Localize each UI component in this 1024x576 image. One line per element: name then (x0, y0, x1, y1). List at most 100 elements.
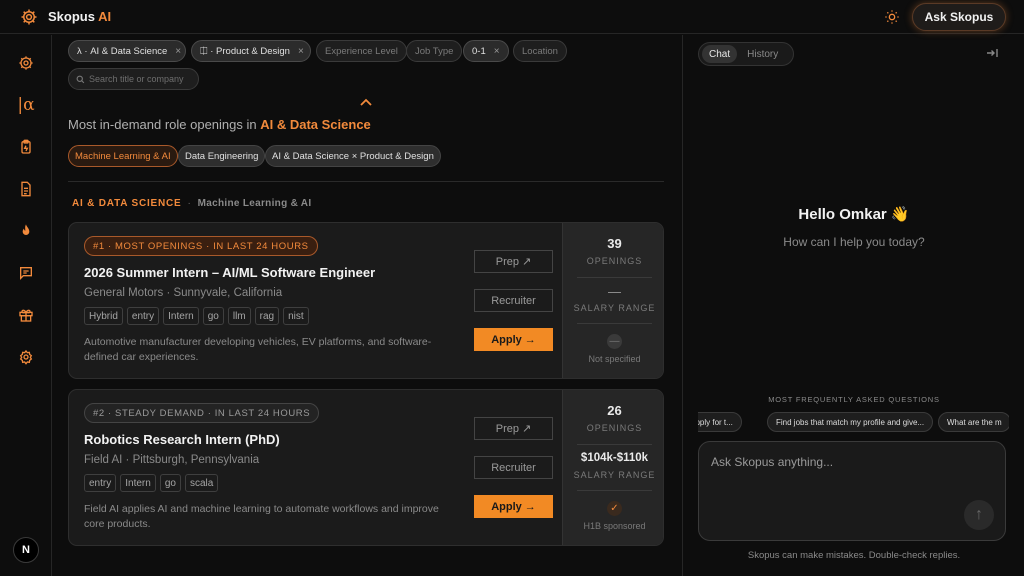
chat-input-box[interactable]: ↑ (698, 441, 1006, 541)
sidebar: |α N (0, 35, 52, 576)
stat-divider (577, 323, 652, 324)
disclaimer: Skopus can make mistakes. Double-check r… (747, 550, 961, 561)
faq-label: MOST FREQUENTLY ASKED QUESTIONS (768, 395, 940, 404)
sun-icon[interactable] (884, 9, 900, 25)
role-pill-machine-learning[interactable]: Machine Learning & AI (68, 145, 178, 167)
sidebar-item-tracker[interactable] (15, 136, 37, 158)
tab-history[interactable]: History (740, 45, 785, 63)
job-tags: entry Intern go scala (84, 474, 222, 492)
chat-icon (20, 267, 32, 280)
recruiter-button[interactable]: Recruiter (474, 289, 553, 312)
filter-chip-experience-level[interactable]: Experience Level (316, 40, 407, 62)
checkmark-icon: ✓ (607, 501, 622, 516)
salary-value: $104k-$110k (580, 452, 649, 464)
sponsor-dash-icon: — (607, 334, 622, 349)
apply-button[interactable]: Apply → (474, 328, 553, 351)
job-company: General Motors · Sunnyvale, California (84, 287, 283, 299)
sponsor-status: H1B sponsored (583, 521, 646, 531)
faq-chip[interactable]: Find jobs that match my profile and give… (767, 412, 934, 432)
stat-divider (577, 277, 652, 278)
job-tag: entry (126, 307, 160, 325)
prep-button[interactable]: Prep ↗ (474, 417, 553, 440)
divider (68, 181, 664, 182)
main-content: λ · AI & Data Science × ⎅ · Product & Des… (53, 35, 681, 576)
brand-gear-icon (21, 9, 37, 24)
tab-chat[interactable]: Chat (702, 45, 738, 63)
openings-count: 26 (607, 403, 622, 418)
brand-name: Skopus AI (48, 9, 112, 24)
faq-chip[interactable]: What are the m (938, 412, 1009, 432)
job-tag: Intern (120, 474, 156, 492)
job-tag: entry (84, 474, 117, 492)
section-label: AI & DATA SCIENCE · Machine Learning & AI (72, 198, 312, 209)
job-tag: llm (227, 307, 251, 325)
rank-badge: #1 · MOST OPENINGS · IN LAST 24 HOURS (84, 236, 318, 256)
avatar[interactable]: N (13, 537, 39, 563)
job-tag: rag (254, 307, 280, 325)
filter-chip-0-1[interactable]: 0-1 × (463, 40, 509, 62)
flame-icon (22, 224, 30, 235)
job-tag: Intern (163, 307, 199, 325)
recruiter-button[interactable]: Recruiter (474, 456, 553, 479)
faq-carousel: apply for t... Find jobs that match my p… (698, 411, 1009, 435)
role-pill-data-engineering[interactable]: Data Engineering (178, 145, 266, 167)
salary-label: SALARY RANGE (573, 303, 656, 313)
job-card[interactable]: #2 · STEADY DEMAND · IN LAST 24 HOURS Ro… (68, 389, 664, 546)
prep-button[interactable]: Prep ↗ (474, 250, 553, 273)
collapse-panel-icon[interactable] (986, 48, 998, 58)
filter-chip-location[interactable]: Location (513, 40, 567, 62)
apply-button[interactable]: Apply → (474, 495, 553, 518)
ask-skopus-button[interactable]: Ask Skopus (912, 3, 1006, 31)
remove-chip-icon[interactable]: × (494, 46, 500, 57)
faq-chip[interactable]: apply for t... (698, 412, 742, 432)
chat-input[interactable] (711, 455, 991, 495)
filter-chip-ai-data-science[interactable]: λ · AI & Data Science × (68, 40, 186, 62)
send-button[interactable]: ↑ (964, 500, 994, 530)
gear-icon (19, 56, 33, 70)
job-tag: go (202, 307, 224, 325)
sponsor-status: Not specified (588, 354, 641, 364)
filter-chip-job-type[interactable]: Job Type (406, 40, 463, 62)
job-tag: go (159, 474, 181, 492)
openings-count: 39 (607, 236, 622, 251)
job-company: Field AI · Pittsburgh, Pennsylvania (84, 454, 260, 466)
job-title[interactable]: 2026 Summer Intern – AI/ML Software Engi… (84, 265, 375, 280)
job-card[interactable]: #1 · MOST OPENINGS · IN LAST 24 HOURS 20… (68, 222, 664, 379)
sidebar-item-resume[interactable] (15, 178, 37, 200)
remove-chip-icon[interactable]: × (298, 46, 304, 57)
salary-label: SALARY RANGE (573, 470, 656, 480)
job-tag: Hybrid (84, 307, 123, 325)
job-tag: scala (184, 474, 219, 492)
brand[interactable]: Skopus AI (20, 8, 111, 26)
job-stats: 26 OPENINGS $104k-$110k SALARY RANGE ✓ H… (562, 390, 663, 545)
job-title[interactable]: Robotics Research Intern (PhD) (84, 432, 280, 447)
gift-icon (19, 309, 33, 322)
sidebar-item-rewards[interactable] (15, 304, 37, 326)
stat-divider (577, 490, 652, 491)
chat-tabs: Chat History (698, 42, 794, 66)
settings-icon (19, 349, 33, 365)
sidebar-item-trending[interactable] (15, 220, 37, 242)
sidebar-item-settings[interactable] (15, 346, 37, 368)
job-stats: 39 OPENINGS — SALARY RANGE — Not specifi… (562, 223, 663, 378)
chat-subtitle: How can I help you today? (783, 235, 925, 249)
chevron-up-icon[interactable] (359, 97, 373, 107)
job-description: Field AI applies AI and machine learning… (84, 503, 439, 530)
chat-panel: Chat History Hello Omkar 👋 How can I hel… (682, 35, 1024, 576)
remove-chip-icon[interactable]: × (175, 46, 181, 57)
openings-label: OPENINGS (586, 256, 643, 266)
role-pill-ai-x-product[interactable]: AI & Data Science × Product & Design (265, 145, 441, 167)
search-input[interactable] (89, 74, 199, 84)
top-bar: Skopus AI Ask Skopus (0, 0, 1024, 34)
rank-badge: #2 · STEADY DEMAND · IN LAST 24 HOURS (84, 403, 320, 423)
search-box[interactable] (68, 68, 199, 90)
job-tags: Hybrid entry Intern go llm rag nist (84, 307, 313, 325)
sidebar-item-messages[interactable] (15, 262, 37, 284)
job-tag: nist (283, 307, 309, 325)
sidebar-item-home[interactable] (15, 52, 37, 74)
chat-greeting: Hello Omkar 👋 (798, 206, 910, 223)
alpha-icon[interactable]: |α (15, 94, 37, 116)
filter-chip-product-design[interactable]: ⎅ · Product & Design × (191, 40, 311, 62)
clipboard-icon (21, 139, 31, 154)
salary-value: — (608, 284, 621, 299)
